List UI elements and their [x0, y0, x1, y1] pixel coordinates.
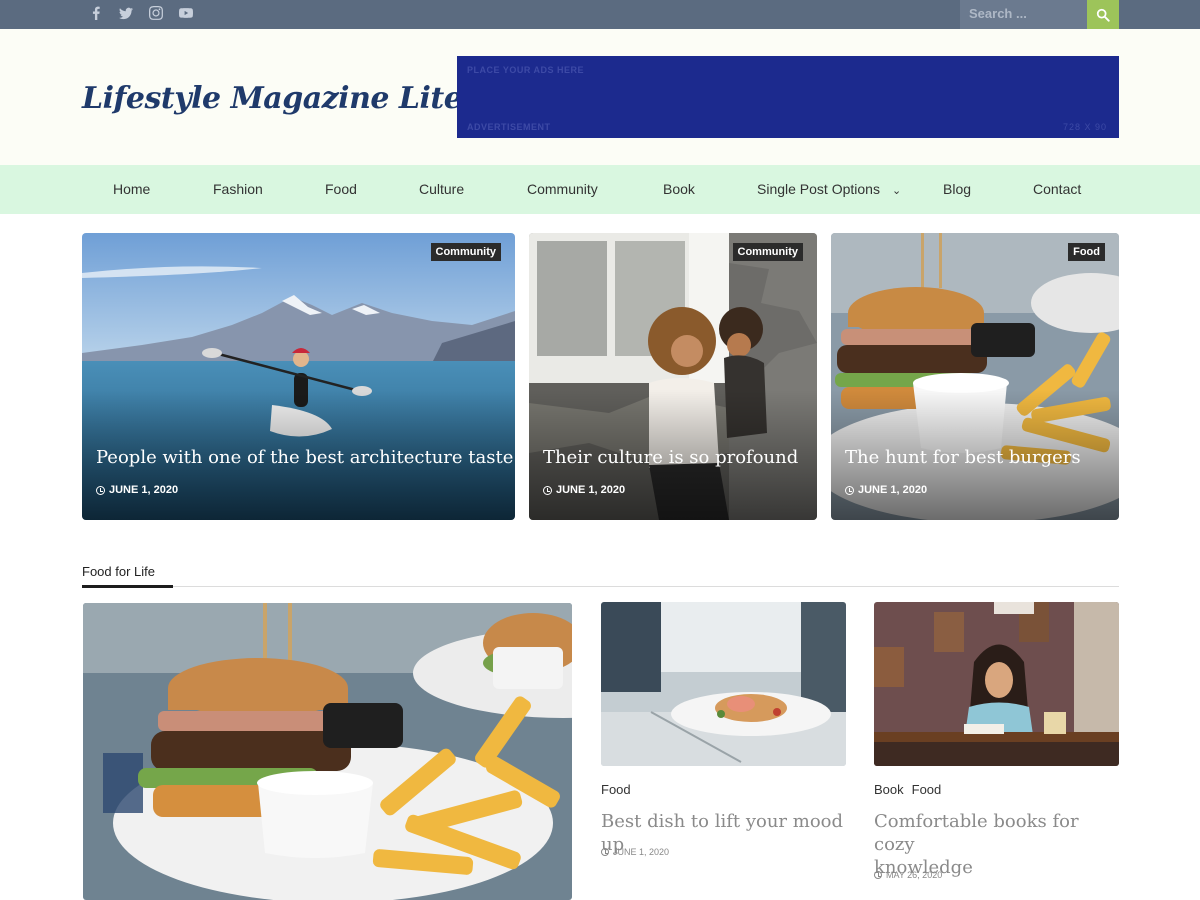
post-title-line: Comfortable books for cozy — [874, 811, 1079, 855]
post-date: JUNE 1, 2020 — [96, 484, 178, 496]
search-button[interactable] — [1087, 0, 1119, 29]
category-link[interactable]: Food — [601, 782, 631, 797]
dish-photo — [601, 602, 846, 766]
nav-item-single-post-options[interactable]: Single Post Options ⌄ — [757, 181, 901, 197]
post-image[interactable] — [83, 603, 572, 900]
ad-size: 728 X 90 — [1062, 122, 1107, 132]
clock-icon — [845, 485, 854, 495]
section-title-underline — [82, 585, 173, 588]
nav-item-food[interactable]: Food — [325, 181, 357, 197]
post-date: JUNE 1, 2020 — [845, 484, 927, 496]
site-header: Lifestyle Magazine Lite PLACE YOUR ADS H… — [0, 29, 1200, 165]
post-date-text: JUNE 1, 2020 — [613, 847, 670, 857]
reading-photo — [874, 602, 1119, 766]
clock-icon — [543, 485, 552, 495]
post-categories: Food — [601, 782, 639, 797]
clock-icon — [874, 871, 882, 879]
post-date-text: JUNE 1, 2020 — [556, 484, 626, 496]
ad-top-text: PLACE YOUR ADS HERE — [467, 65, 585, 75]
category-badge[interactable]: Community — [732, 243, 803, 261]
post-title[interactable]: People with one of the best architecture… — [96, 447, 513, 468]
post-title[interactable]: Their culture is so profound — [543, 447, 798, 468]
site-title[interactable]: Lifestyle Magazine Lite — [82, 81, 463, 116]
facebook-icon[interactable] — [88, 5, 104, 21]
section-title: Food for Life — [82, 564, 155, 579]
post-date-text: JUNE 1, 2020 — [858, 484, 928, 496]
search-icon — [1096, 8, 1110, 22]
social-links — [88, 5, 194, 21]
clock-icon — [601, 848, 609, 856]
burger-photo — [83, 603, 572, 900]
nav-item-culture[interactable]: Culture — [419, 181, 464, 197]
instagram-icon[interactable] — [148, 5, 164, 21]
post-image[interactable] — [874, 602, 1119, 766]
nav-item-book[interactable]: Book — [663, 181, 695, 197]
category-link[interactable]: Book — [874, 782, 904, 797]
top-bar: Search ... — [0, 0, 1200, 29]
category-badge[interactable]: Community — [430, 243, 501, 261]
featured-post-card[interactable]: Food The hunt for best burgers JUNE 1, 2… — [831, 233, 1119, 520]
chevron-down-icon[interactable]: ⌄ — [892, 184, 901, 197]
twitter-icon[interactable] — [118, 5, 134, 21]
post-title[interactable]: The hunt for best burgers — [845, 447, 1081, 468]
category-badge[interactable]: Food — [1068, 243, 1105, 261]
nav-item-community[interactable]: Community — [527, 181, 598, 197]
ad-label: ADVERTISEMENT — [467, 122, 551, 132]
nav-item-blog[interactable]: Blog — [943, 181, 971, 197]
post-title[interactable]: Comfortable books for cozy knowledge — [874, 810, 1124, 879]
post-date: JUNE 1, 2020 — [601, 847, 669, 857]
nav-item-home[interactable]: Home — [113, 181, 150, 197]
nav-item-label: Single Post Options — [757, 181, 880, 197]
clock-icon — [96, 485, 105, 495]
advertisement-banner[interactable]: PLACE YOUR ADS HERE ADVERTISEMENT 728 X … — [457, 56, 1119, 138]
post-date-text: MAY 26, 2020 — [886, 870, 943, 880]
nav-item-contact[interactable]: Contact — [1033, 181, 1081, 197]
main-navigation: Home Fashion Food Culture Community Book… — [0, 165, 1200, 214]
post-image[interactable] — [601, 602, 846, 766]
post-date-text: JUNE 1, 2020 — [109, 484, 179, 496]
nav-item-fashion[interactable]: Fashion — [213, 181, 263, 197]
category-link[interactable]: Food — [912, 782, 942, 797]
youtube-icon[interactable] — [178, 5, 194, 21]
search-input[interactable]: Search ... — [960, 0, 1087, 29]
post-date: JUNE 1, 2020 — [543, 484, 625, 496]
section-divider — [82, 586, 1119, 587]
post-date: MAY 26, 2020 — [874, 870, 942, 880]
featured-post-card[interactable]: Community People with one of the best ar… — [82, 233, 515, 520]
featured-post-card[interactable]: Community Their culture is so profound J… — [529, 233, 817, 520]
post-categories: Book Food — [874, 782, 949, 797]
